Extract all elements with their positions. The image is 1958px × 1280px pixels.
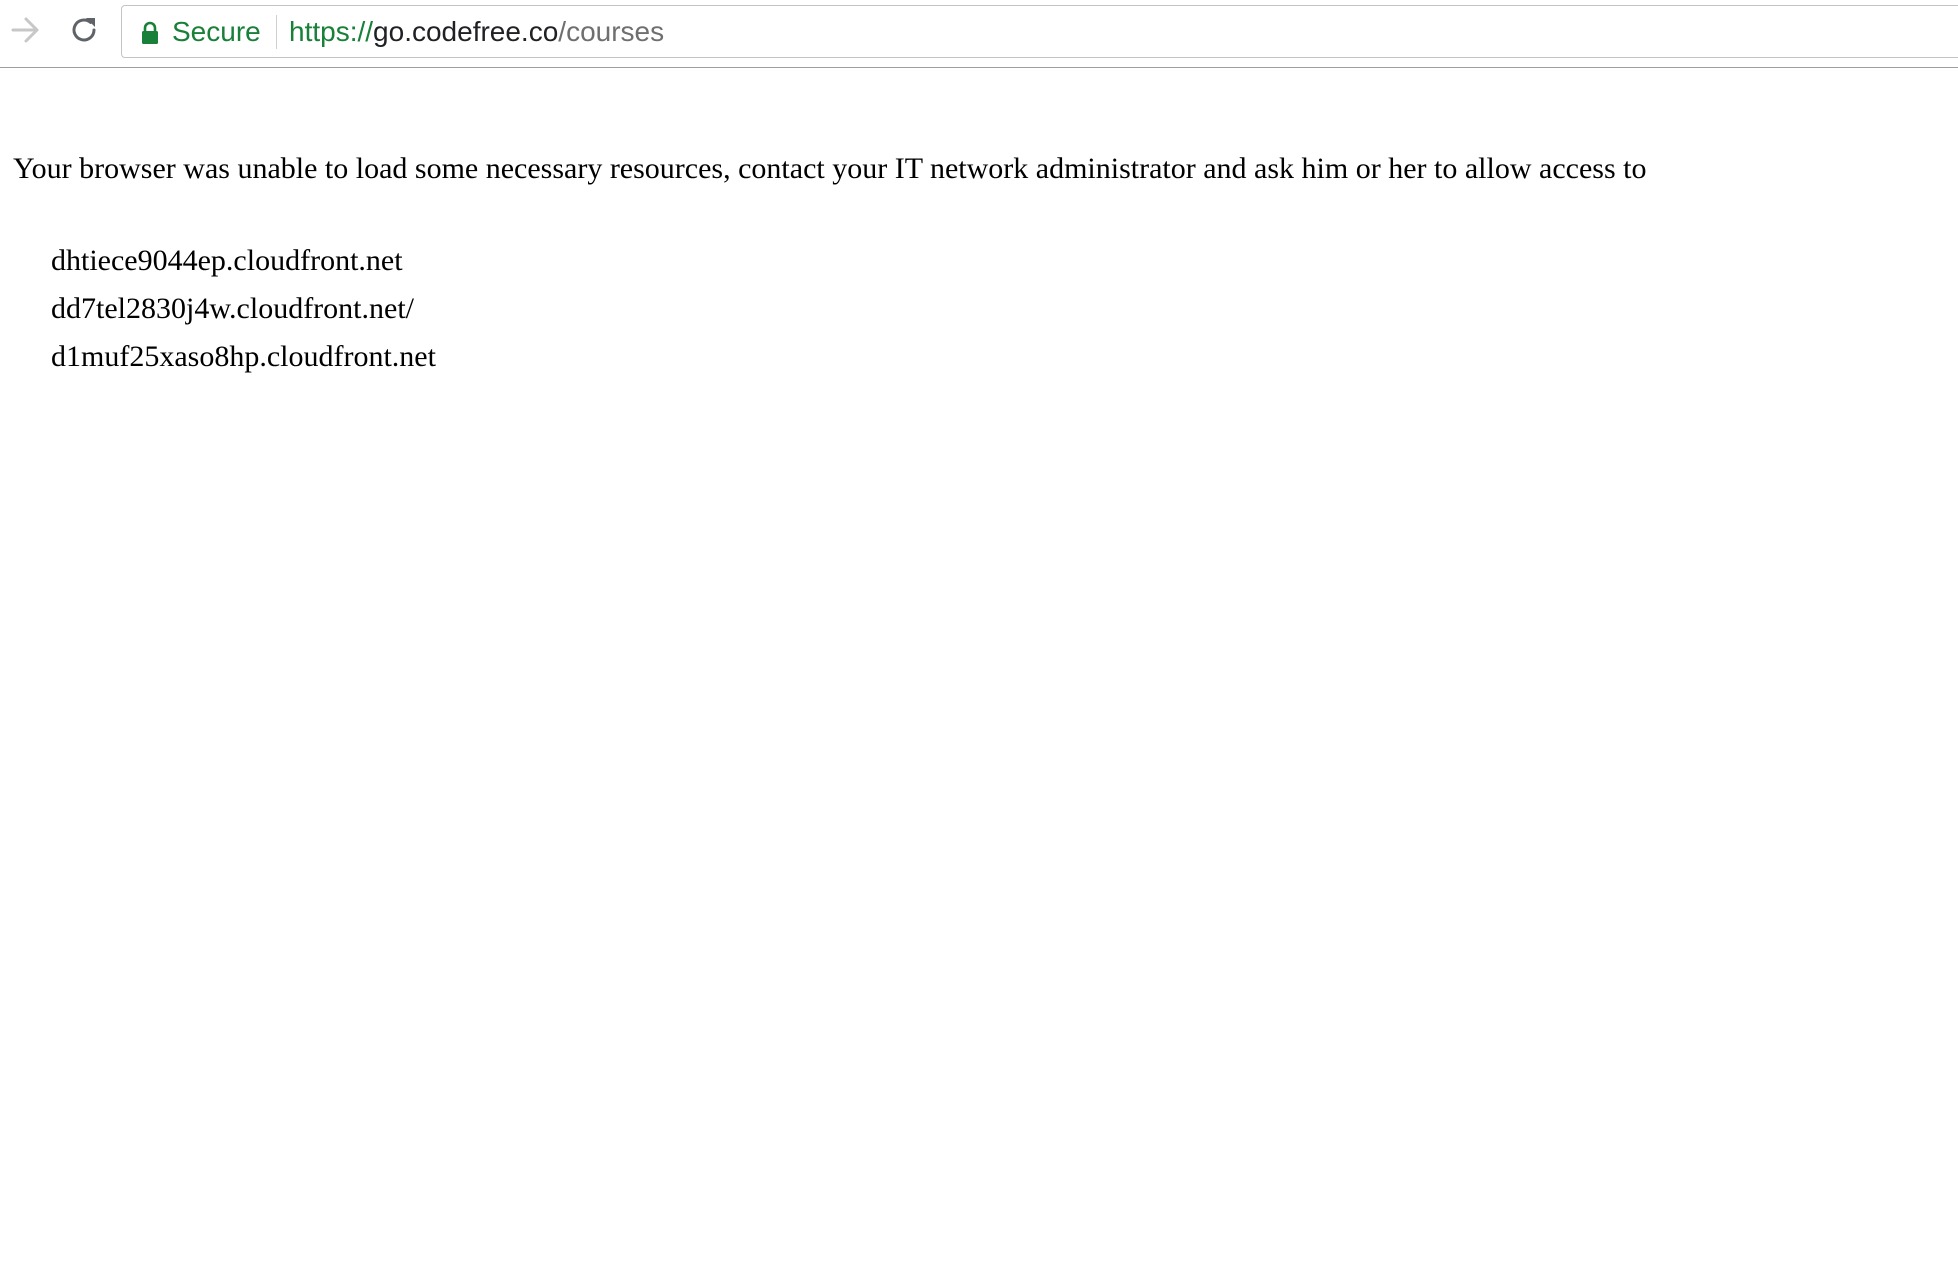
url-path: /courses	[558, 16, 665, 47]
list-item: dd7tel2830j4w.cloudfront.net/	[51, 292, 414, 325]
omnibox-divider	[276, 15, 277, 49]
address-bar[interactable]: Secure https://go.codefree.co/courses	[121, 5, 1958, 58]
url-scheme: https://	[289, 16, 374, 47]
error-message: Your browser was unable to load some nec…	[13, 152, 1647, 185]
url-host: go.codefree.co	[373, 16, 559, 47]
arrow-right-icon	[11, 16, 41, 49]
lock-icon	[140, 20, 160, 44]
list-item: d1muf25xaso8hp.cloudfront.net	[51, 340, 436, 373]
list-item: dhtiece9044ep.cloudfront.net	[51, 244, 403, 277]
browser-toolbar: Secure https://go.codefree.co/courses	[0, 0, 1958, 68]
reload-button[interactable]	[66, 12, 102, 52]
url-text[interactable]: https://go.codefree.co/courses	[289, 16, 664, 48]
page-content: Your browser was unable to load some nec…	[13, 147, 1943, 381]
forward-button[interactable]	[8, 12, 44, 52]
blocked-domain-list: dhtiece9044ep.cloudfront.net dd7tel2830j…	[13, 237, 1943, 381]
reload-icon	[68, 14, 100, 51]
security-label[interactable]: Secure	[172, 16, 261, 48]
